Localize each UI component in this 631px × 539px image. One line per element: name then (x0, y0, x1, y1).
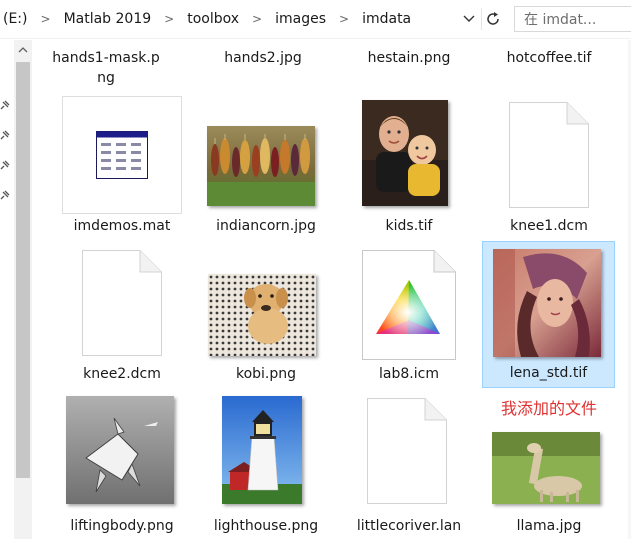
file-name: lab8.icm (379, 366, 439, 382)
file-thumbnail (222, 396, 302, 504)
file-name: knee2.dcm (83, 366, 161, 382)
breadcrumb-separator-icon[interactable]: > (329, 12, 359, 26)
breadcrumb-imdata[interactable]: imdata (359, 11, 414, 27)
file-name: indiancorn.jpg (216, 218, 316, 234)
blank-document-icon (367, 398, 447, 504)
file-name: lena_std.tif (509, 365, 588, 381)
address-bar: (E:) > Matlab 2019 > toolbox > images > … (0, 0, 631, 39)
breadcrumb-separator-icon[interactable]: > (242, 12, 272, 26)
file-thumbnail (367, 398, 447, 504)
file-item-knee2[interactable]: knee2.dcm (42, 244, 190, 386)
file-thumbnail (208, 274, 316, 356)
refresh-icon (487, 12, 499, 25)
blank-document-icon (509, 102, 589, 208)
pin-icon[interactable] (0, 160, 10, 170)
file-name: imdemos.mat (73, 218, 171, 234)
mat-table-icon (96, 131, 148, 179)
scrollbar-thumb[interactable] (16, 62, 30, 478)
file-thumbnail (82, 250, 162, 356)
color-profile-icon (362, 250, 456, 360)
file-thumbnail (207, 126, 315, 206)
breadcrumb-drive[interactable]: (E:) (0, 11, 31, 27)
file-grid: hands1-mask.p ng hands2.jpg hestain.png … (32, 38, 628, 539)
kobi-image-thumbnail (208, 274, 316, 356)
file-name: kids.tif (385, 218, 433, 234)
file-name: llama.jpg (516, 518, 582, 534)
file-item-kids[interactable]: kids.tif (335, 96, 483, 238)
file-item-littlecoriver[interactable]: littlecoriver.lan (335, 392, 483, 539)
indiancorn-image-thumbnail (207, 126, 315, 206)
file-thumbnail (493, 249, 601, 357)
file-name: lighthouse.png (213, 518, 319, 534)
file-item-indiancorn[interactable]: indiancorn.jpg (192, 96, 340, 238)
file-name: liftingbody.png (70, 518, 174, 534)
navigation-pane (0, 40, 14, 539)
file-item-lab8[interactable]: lab8.icm (335, 244, 483, 386)
search-input[interactable]: 在 imdat... (514, 6, 631, 32)
scroll-up-arrow-icon[interactable] (14, 44, 32, 56)
file-thumbnail (362, 100, 448, 206)
breadcrumb-matlab[interactable]: Matlab 2019 (61, 11, 155, 27)
file-thumbnail (509, 102, 589, 208)
file-item-lena-std-selected[interactable]: lena_std.tif (482, 241, 615, 388)
file-name: hotcoffee.tif (506, 50, 592, 66)
file-name: hestain.png (367, 50, 451, 66)
file-name-continued: ng (97, 70, 115, 86)
file-item-kobi[interactable]: kobi.png (192, 244, 340, 386)
address-dropdown-button[interactable] (458, 8, 480, 30)
file-item-imdemos[interactable]: imdemos.mat (42, 96, 182, 238)
file-item-hands1-mask[interactable]: hands1-mask.p ng (32, 38, 180, 96)
file-item-knee1[interactable]: knee1.dcm (483, 96, 615, 238)
file-item-hotcoffee[interactable]: hotcoffee.tif (483, 38, 615, 78)
file-item-hestain[interactable]: hestain.png (335, 38, 483, 78)
kids-image-thumbnail (362, 100, 448, 206)
llama-image-thumbnail (492, 432, 600, 504)
file-item-hands2[interactable]: hands2.jpg (189, 38, 337, 78)
file-thumbnail (66, 396, 174, 504)
file-thumbnail (362, 250, 456, 360)
blank-document-icon (82, 250, 162, 356)
chevron-down-icon (463, 15, 475, 22)
file-name: littlecoriver.lan (356, 518, 462, 534)
nav-scrollbar[interactable] (14, 40, 32, 539)
liftingbody-image-thumbnail (66, 396, 174, 504)
file-name: hands2.jpg (224, 50, 302, 66)
lighthouse-image-thumbnail (222, 396, 302, 504)
file-name: kobi.png (235, 366, 297, 382)
file-item-liftingbody[interactable]: liftingbody.png (42, 392, 190, 539)
pin-icon[interactable] (0, 100, 10, 110)
refresh-button[interactable] (481, 8, 504, 30)
breadcrumb[interactable]: (E:) > Matlab 2019 > toolbox > images > … (0, 6, 482, 32)
file-name: knee1.dcm (510, 218, 588, 234)
breadcrumb-images[interactable]: images (272, 11, 329, 27)
breadcrumb-toolbox[interactable]: toolbox (184, 11, 242, 27)
breadcrumb-separator-icon[interactable]: > (154, 12, 184, 26)
file-thumbnail (62, 96, 182, 214)
file-name: hands1-mask.p (52, 50, 160, 66)
file-item-lighthouse[interactable]: lighthouse.png (192, 392, 340, 539)
lena-image-thumbnail (493, 249, 601, 357)
annotation-label: 我添加的文件 (501, 399, 598, 418)
file-thumbnail (492, 432, 600, 504)
pin-icon[interactable] (0, 130, 10, 140)
pin-icon[interactable] (0, 190, 10, 200)
breadcrumb-separator-icon[interactable]: > (31, 12, 61, 26)
